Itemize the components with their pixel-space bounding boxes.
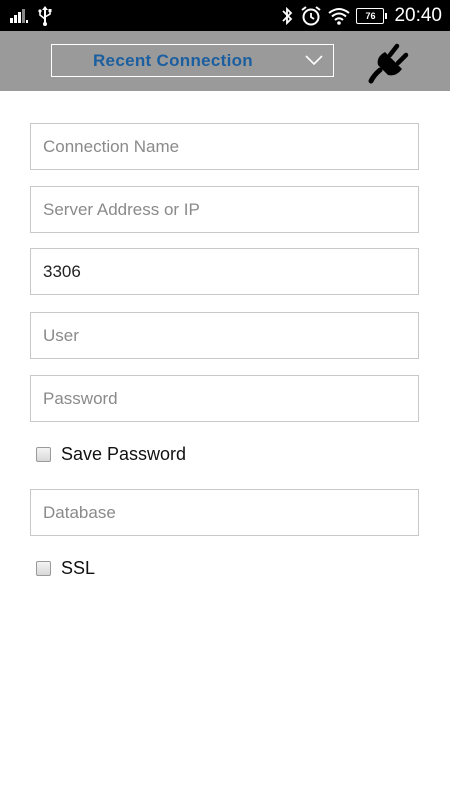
alarm-icon [301,6,322,26]
usb-icon [38,6,52,26]
connection-name-field[interactable] [30,123,419,170]
battery-level: 76 [365,11,376,21]
recent-connection-dropdown[interactable]: Recent Connection [51,44,334,77]
database-field[interactable] [30,489,419,536]
chevron-down-icon [305,55,323,66]
wifi-icon [328,8,351,25]
password-field[interactable] [30,375,419,422]
status-bar: 76 20:40 [0,0,450,31]
save-password-checkbox[interactable] [36,446,51,462]
save-password-label: Save Password [61,443,187,464]
bluetooth-icon [282,6,293,26]
user-field[interactable] [30,312,419,359]
clock: 20:40 [394,5,442,26]
signal-icon [10,9,28,23]
ssl-row[interactable]: SSL [36,556,95,580]
battery-icon: 76 [356,8,388,24]
port-field[interactable] [30,248,419,295]
status-left-icons [10,6,52,26]
ssl-label: SSL [61,557,96,578]
server-address-field[interactable] [30,186,419,233]
status-right-icons: 76 20:40 [280,3,442,29]
save-password-row[interactable]: Save Password [36,442,186,466]
ssl-checkbox[interactable] [36,560,51,576]
plug-icon[interactable] [366,43,410,85]
recent-connection-label: Recent Connection [92,51,253,70]
